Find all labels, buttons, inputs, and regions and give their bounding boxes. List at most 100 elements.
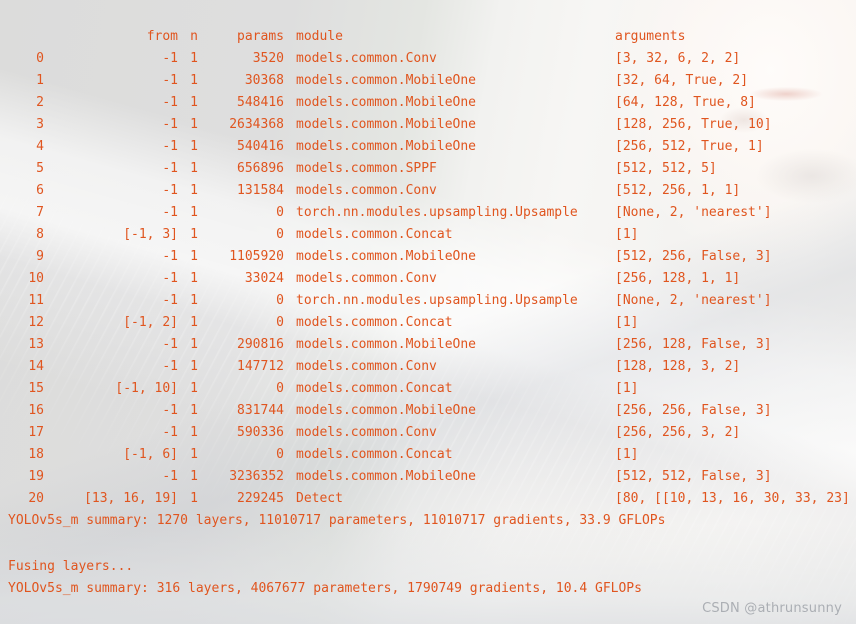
cell-from: -1 [162,183,178,198]
cell-n: 1 [190,359,198,374]
table-row: 5 -1 1 656896 models.common.SPPF [512, 512, 5… [0,158,856,180]
cell-n: 1 [190,117,198,132]
cell-index: 19 [28,469,44,484]
cell-index: 0 [36,51,44,66]
model-summary-line-1: YOLOv5s_m summary: 1270 layers, 11010717… [8,513,666,528]
cell-arguments: [256, 512, True, 1] [615,139,764,154]
header-module: module [296,29,343,44]
cell-n: 1 [190,403,198,418]
cell-index: 8 [36,227,44,242]
cell-arguments: [512, 256, 1, 1] [615,183,741,198]
table-row: 3 -1 1 2634368 models.common.MobileOne [128, … [0,114,856,136]
cell-from: [13, 16, 19] [84,491,178,506]
cell-module: models.common.MobileOne [296,337,477,352]
cell-module: models.common.Concat [296,227,453,242]
cell-from: -1 [162,469,178,484]
cell-n: 1 [190,205,198,220]
header-from: from [146,29,178,44]
table-row: 16 -1 1 831744 models.common.MobileOne [256, … [0,400,856,422]
table-row: 8 [-1, 3] 1 0 models.common.Concat [1] [0,224,856,246]
cell-params: 229245 [237,491,284,506]
table-row: 4 -1 1 540416 models.common.MobileOne [256, 5… [0,136,856,158]
cell-from: -1 [162,337,178,352]
cell-from: -1 [162,293,178,308]
cell-from: -1 [162,161,178,176]
cell-from: -1 [162,359,178,374]
cell-n: 1 [190,469,198,484]
cell-index: 13 [28,337,44,352]
cell-index: 20 [28,491,44,506]
cell-from: -1 [162,205,178,220]
cell-index: 11 [28,293,44,308]
cell-n: 1 [190,491,198,506]
cell-params: 0 [276,293,284,308]
cell-arguments: [256, 128, 1, 1] [615,271,741,286]
cell-module: models.common.MobileOne [296,469,477,484]
table-row: 17 -1 1 590336 models.common.Conv [256, 256, … [0,422,856,444]
cell-params: 3520 [252,51,284,66]
cell-n: 1 [190,161,198,176]
cell-index: 18 [28,447,44,462]
cell-index: 10 [28,271,44,286]
cell-params: 590336 [237,425,284,440]
cell-params: 656896 [237,161,284,176]
cell-n: 1 [190,271,198,286]
cell-from: -1 [162,139,178,154]
terminal-screenshot: from n params module arguments 0 -1 1 3520 m… [0,0,856,624]
table-row: 14 -1 1 147712 models.common.Conv [128, 128, … [0,356,856,378]
cell-module: models.common.MobileOne [296,95,477,110]
cell-index: 14 [28,359,44,374]
cell-module: models.common.MobileOne [296,73,477,88]
cell-arguments: [512, 512, 5] [615,161,717,176]
header-params: params [237,29,284,44]
cell-n: 1 [190,51,198,66]
cell-index: 9 [36,249,44,264]
cell-arguments: [64, 128, True, 8] [615,95,756,110]
cell-index: 17 [28,425,44,440]
cell-from: [-1, 2] [123,315,178,330]
table-row: 2 -1 1 548416 models.common.MobileOne [64, 12… [0,92,856,114]
console-output: from n params module arguments 0 -1 1 3520 m… [0,0,856,624]
cell-params: 3236352 [229,469,284,484]
cell-n: 1 [190,447,198,462]
cell-from: -1 [162,249,178,264]
cell-arguments: [512, 256, False, 3] [615,249,772,264]
cell-from: -1 [162,117,178,132]
csdn-watermark: CSDN @athrunsunny [702,601,842,616]
cell-module: torch.nn.modules.upsampling.Upsample [296,293,578,308]
cell-index: 4 [36,139,44,154]
cell-module: Detect [296,491,343,506]
cell-from: -1 [162,51,178,66]
cell-n: 1 [190,249,198,264]
cell-params: 2634368 [229,117,284,132]
cell-arguments: [512, 512, False, 3] [615,469,772,484]
cell-module: models.common.SPPF [296,161,437,176]
cell-arguments: [256, 256, False, 3] [615,403,772,418]
header-n: n [190,29,198,44]
cell-module: torch.nn.modules.upsampling.Upsample [296,205,578,220]
cell-params: 0 [276,227,284,242]
cell-params: 0 [276,381,284,396]
cell-from: -1 [162,73,178,88]
cell-params: 831744 [237,403,284,418]
cell-params: 290816 [237,337,284,352]
cell-arguments: [None, 2, 'nearest'] [615,205,772,220]
cell-n: 1 [190,381,198,396]
header-arguments: arguments [615,29,686,44]
cell-n: 1 [190,139,198,154]
cell-from: -1 [162,271,178,286]
cell-params: 548416 [237,95,284,110]
cell-params: 0 [276,315,284,330]
cell-params: 1105920 [229,249,284,264]
cell-arguments: [80, [[10, 13, 16, 30, 33, 23] [615,491,850,506]
cell-module: models.common.MobileOne [296,403,477,418]
cell-arguments: [1] [615,381,639,396]
table-row: 15 [-1, 10] 1 0 models.common.Concat [1] [0,378,856,400]
cell-module: models.common.Concat [296,447,453,462]
fusing-layers-line: Fusing layers... [8,559,134,574]
table-row: 7 -1 1 0 torch.nn.modules.upsampling.Upsampl… [0,202,856,224]
cell-module: models.common.MobileOne [296,249,477,264]
table-header-row: from n params module arguments [0,26,856,48]
table-row: 20 [13, 16, 19] 1 229245 Detect [80, [[10, 13… [0,488,856,510]
cell-index: 15 [28,381,44,396]
